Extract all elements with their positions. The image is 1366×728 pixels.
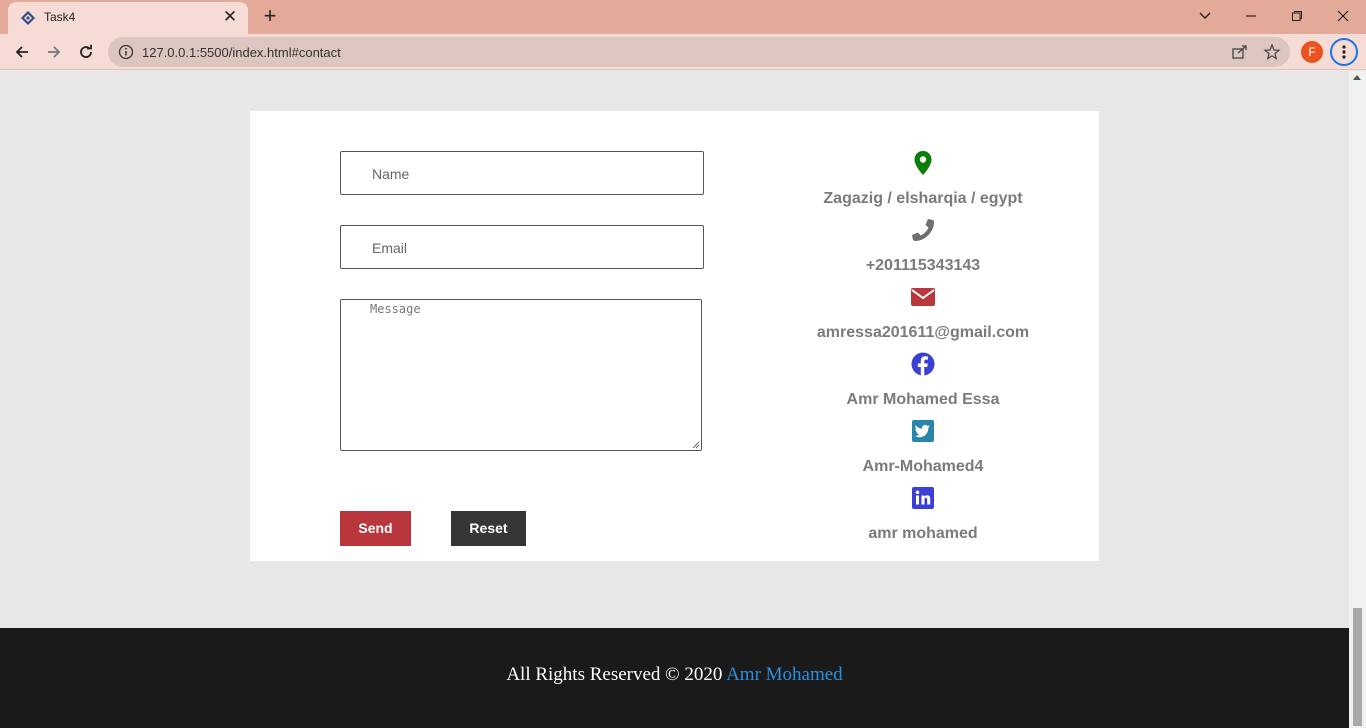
facebook-icon[interactable] <box>910 351 936 377</box>
vscode-live-icon <box>21 11 35 25</box>
minimize-icon[interactable] <box>1238 4 1264 30</box>
restore-icon[interactable] <box>1284 4 1310 30</box>
address-bar[interactable]: 127.0.0.1:5500/index.html#contact <box>108 37 1290 67</box>
message-textarea[interactable]: Message <box>340 299 702 451</box>
name-placeholder: Name <box>372 166 410 182</box>
bookmark-star-icon[interactable] <box>1263 43 1281 61</box>
close-window-icon[interactable] <box>1330 4 1356 30</box>
contact-facebook: Amr Mohamed Essa <box>846 391 1000 408</box>
footer-copyright: All Rights Reserved © 2020 <box>506 664 723 685</box>
url-text: 127.0.0.1:5500/index.html#contact <box>142 45 341 60</box>
phone-icon <box>910 217 936 243</box>
scroll-thumb[interactable] <box>1353 608 1362 726</box>
browser-tab[interactable]: Task4 ✕ <box>8 2 248 34</box>
new-tab-icon[interactable]: + <box>258 5 282 29</box>
tab-title: Task4 <box>44 10 76 24</box>
contact-section: Name Email Message Send Reset Zagazig / … <box>250 111 1099 561</box>
browser-titlebar: Task4 ✕ + <box>0 0 1366 34</box>
kebab-menu-icon[interactable] <box>1330 38 1358 66</box>
email-placeholder: Email <box>372 240 408 256</box>
page-scrollbar[interactable] <box>1349 71 1366 728</box>
share-icon[interactable] <box>1231 43 1249 61</box>
profile-avatar[interactable]: F <box>1301 41 1323 63</box>
browser-toolbar: 127.0.0.1:5500/index.html#contact F <box>0 34 1366 70</box>
back-arrow-icon[interactable] <box>8 38 36 66</box>
name-input[interactable]: Name <box>340 151 704 195</box>
footer-author-link[interactable]: Amr Mohamed <box>726 664 843 685</box>
contact-email: amressa201611@gmail.com <box>816 324 1030 341</box>
contact-address: Zagazig / elsharqia / egypt <box>823 190 1023 207</box>
tab-search-chevron-icon[interactable] <box>1192 4 1218 30</box>
email-input[interactable]: Email <box>340 225 704 269</box>
footer-text-line: All Rights Reserved © 2020 Amr Mohamed <box>0 664 1349 686</box>
contact-twitter: Amr-Mohamed4 <box>862 458 984 475</box>
envelope-icon <box>910 284 936 310</box>
scroll-up-icon[interactable] <box>1353 75 1361 80</box>
forward-arrow-icon[interactable] <box>40 38 68 66</box>
location-pin-icon <box>910 150 936 176</box>
message-placeholder: Message <box>370 302 421 316</box>
reset-button[interactable]: Reset <box>451 511 526 546</box>
resize-grip-icon[interactable] <box>691 440 700 449</box>
contact-linkedin: amr mohamed <box>868 525 978 542</box>
reload-icon[interactable] <box>72 38 100 66</box>
linkedin-icon[interactable] <box>910 485 936 511</box>
page-footer: All Rights Reserved © 2020 Amr Mohamed <box>0 628 1349 728</box>
send-button[interactable]: Send <box>340 511 411 546</box>
twitter-icon[interactable] <box>910 418 936 444</box>
contact-phone: +201115343143 <box>865 257 981 274</box>
tab-close-icon[interactable]: ✕ <box>220 7 240 27</box>
site-info-icon[interactable] <box>118 44 134 60</box>
